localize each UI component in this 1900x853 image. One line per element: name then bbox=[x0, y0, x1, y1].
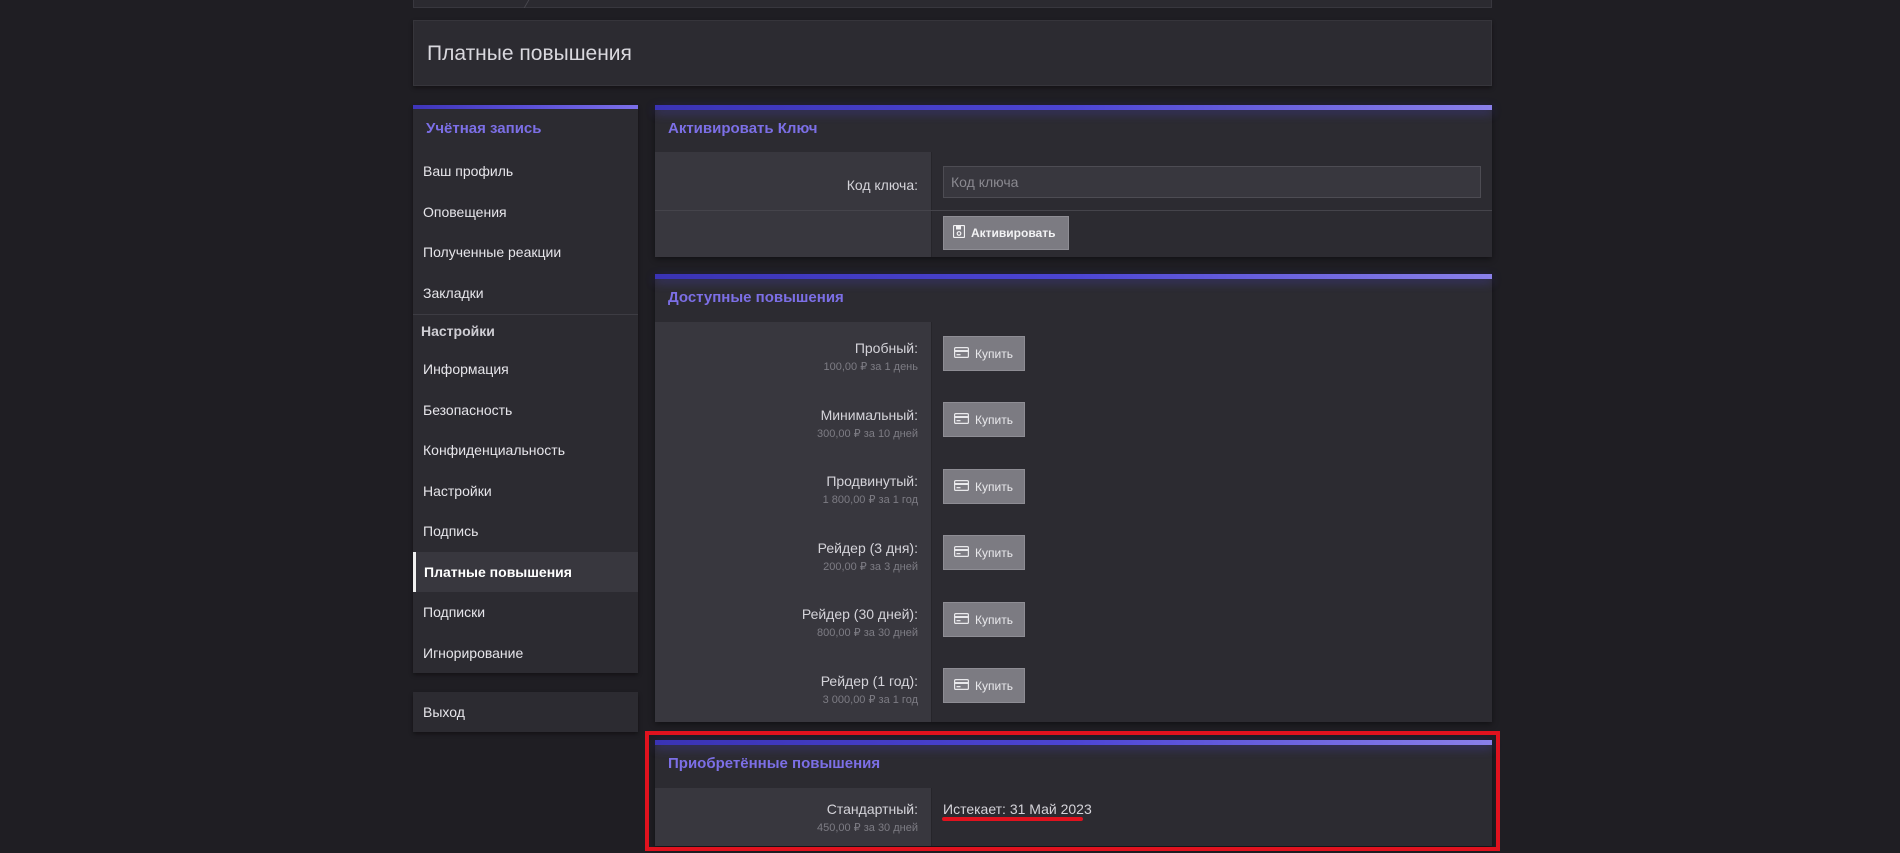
buy-button-label: Купить bbox=[975, 545, 1013, 560]
save-icon bbox=[952, 224, 966, 241]
upgrade-price: 1 800,00 ₽ за 1 год bbox=[822, 494, 918, 506]
upgrade-name: Пробный: bbox=[854, 340, 918, 356]
buy-button[interactable]: Купить bbox=[943, 602, 1025, 637]
upgrade-price: 100,00 ₽ за 1 день bbox=[823, 361, 919, 373]
upgrade-price: 200,00 ₽ за 3 дней bbox=[823, 561, 918, 573]
label-column bbox=[655, 322, 931, 722]
sidebar-item-privacy[interactable]: Конфиденциальность bbox=[413, 430, 638, 470]
buy-button[interactable]: Купить bbox=[943, 668, 1025, 703]
available-upgrades-header: Доступные повышения bbox=[668, 289, 844, 306]
credit-card-icon bbox=[954, 545, 970, 560]
column-separator bbox=[931, 152, 932, 257]
credit-card-icon bbox=[954, 346, 970, 361]
sidebar-item-ignoring[interactable]: Игнорирование bbox=[413, 633, 638, 673]
account-sidebar: Учётная запись Ваш профиль Оповещения По… bbox=[413, 105, 638, 673]
label-column: Код ключа: bbox=[655, 152, 931, 257]
sidebar-item-bookmarks[interactable]: Закладки bbox=[413, 273, 638, 313]
credit-card-icon bbox=[954, 678, 970, 693]
credit-card-icon bbox=[954, 412, 970, 427]
credit-card-icon bbox=[954, 479, 970, 494]
sidebar-item-signature[interactable]: Подпись bbox=[413, 511, 638, 551]
activate-button-label: Активировать bbox=[971, 226, 1056, 240]
key-code-input[interactable]: Код ключа bbox=[943, 166, 1481, 198]
sidebar-item-profile[interactable]: Ваш профиль bbox=[413, 151, 638, 191]
upgrade-name: Рейдер (1 год): bbox=[820, 673, 918, 689]
sidebar-accent-bar bbox=[413, 105, 638, 109]
block-accent-bar bbox=[655, 274, 1492, 279]
logout-link[interactable]: Выход bbox=[413, 692, 638, 732]
sidebar-item-information[interactable]: Информация bbox=[413, 349, 638, 389]
upgrade-price: 300,00 ₽ за 10 дней bbox=[816, 428, 918, 440]
breadcrumb-separator bbox=[523, 0, 530, 8]
highlight-annotation-box bbox=[645, 731, 1500, 851]
underline-annotation bbox=[942, 817, 1083, 821]
block-accent-bar bbox=[655, 105, 1492, 110]
buy-button[interactable]: Купить bbox=[943, 535, 1025, 570]
key-code-label: Код ключа: bbox=[846, 177, 918, 193]
page-header: Платные повышения bbox=[413, 20, 1492, 86]
credit-card-icon bbox=[954, 612, 970, 627]
sidebar-item-preferences[interactable]: Настройки bbox=[413, 471, 638, 511]
upgrade-name: Минимальный: bbox=[820, 407, 918, 423]
page-title: Платные повышения bbox=[427, 42, 632, 65]
upgrade-name: Рейдер (3 дня): bbox=[817, 540, 918, 556]
sidebar-item-security[interactable]: Безопасность bbox=[413, 390, 638, 430]
buy-button-label: Купить bbox=[975, 612, 1013, 627]
breadcrumb bbox=[413, 0, 1492, 8]
buy-button-label: Купить bbox=[975, 412, 1013, 427]
available-upgrades-block: Доступные повышения Пробный: 100,00 ₽ за… bbox=[655, 274, 1492, 722]
buy-button[interactable]: Купить bbox=[943, 402, 1025, 437]
buy-button[interactable]: Купить bbox=[943, 336, 1025, 371]
buy-button-label: Купить bbox=[975, 479, 1013, 494]
upgrade-price: 800,00 ₽ за 30 дней bbox=[816, 627, 918, 639]
upgrade-price: 3 000,00 ₽ за 1 год bbox=[822, 694, 918, 706]
sidebar-item-alerts[interactable]: Оповещения bbox=[413, 192, 638, 232]
sidebar-item-reactions[interactable]: Полученные реакции bbox=[413, 232, 638, 272]
column-separator bbox=[931, 322, 932, 722]
upgrade-name: Продвинутый: bbox=[826, 473, 918, 489]
sidebar-divider bbox=[413, 314, 638, 315]
account-section-header: Учётная запись bbox=[426, 120, 542, 137]
activate-key-header: Активировать Ключ bbox=[668, 120, 818, 137]
activate-key-block: Активировать Ключ Код ключа: Код ключа А… bbox=[655, 105, 1492, 257]
form-row-divider bbox=[655, 210, 1492, 211]
buy-button-label: Купить bbox=[975, 678, 1013, 693]
buy-button[interactable]: Купить bbox=[943, 469, 1025, 504]
sidebar-item-paid-upgrades[interactable]: Платные повышения bbox=[413, 552, 638, 592]
sidebar-item-subscriptions[interactable]: Подписки bbox=[413, 592, 638, 632]
upgrade-name: Рейдер (30 дней): bbox=[801, 606, 918, 622]
activate-button[interactable]: Активировать bbox=[943, 216, 1069, 250]
settings-section-header: Настройки bbox=[421, 323, 495, 339]
buy-button-label: Купить bbox=[975, 346, 1013, 361]
